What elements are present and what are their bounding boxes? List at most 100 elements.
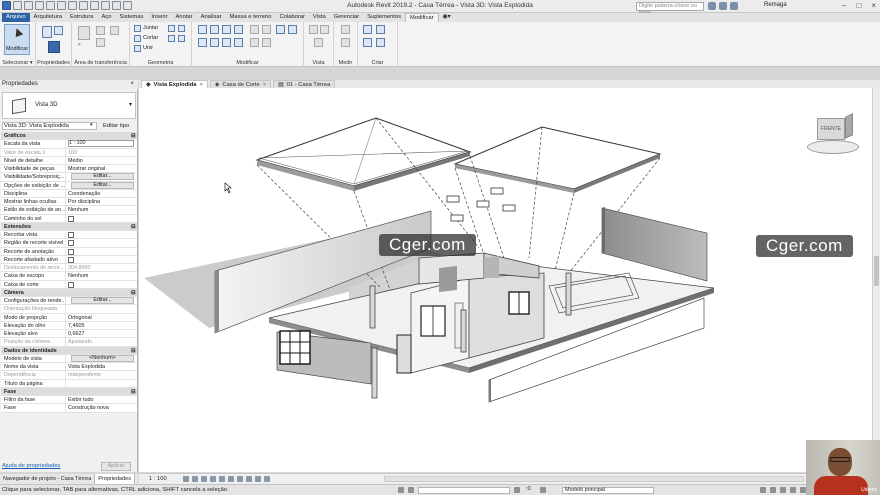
offset-icon[interactable] — [210, 25, 219, 34]
property-row[interactable]: Filtro da fase Exibir tudo — [1, 396, 137, 405]
scale-icon[interactable] — [250, 38, 259, 47]
property-row[interactable]: Nome da vista Vista Explodida — [1, 363, 137, 372]
property-row[interactable]: Região de recorte visível — [1, 239, 137, 248]
property-row[interactable]: Escala da vista 1 : 100 — [1, 140, 137, 149]
close-icon[interactable]: × — [130, 80, 134, 89]
scale-input[interactable]: 1 : 100 — [68, 140, 134, 148]
user-name[interactable]: Remaga — [764, 2, 787, 8]
property-value[interactable]: Mostrar original — [66, 165, 137, 172]
render-icon[interactable] — [219, 476, 225, 482]
wall-joins-icon[interactable] — [168, 35, 175, 42]
split-icon[interactable] — [250, 25, 259, 34]
property-row[interactable]: Valor de escala 1: 100 — [1, 148, 137, 157]
copy-element-icon[interactable] — [210, 38, 219, 47]
flat-slab[interactable] — [453, 126, 662, 193]
close-tab-icon[interactable]: × — [263, 81, 266, 88]
property-row[interactable]: Visibilidade de peças Mostrar original — [1, 165, 137, 174]
apply-button[interactable]: Aplicar — [101, 462, 131, 471]
array-icon[interactable] — [262, 25, 271, 34]
property-row[interactable]: Caminho do sol — [1, 214, 137, 223]
property-value[interactable]: Nenhum — [66, 272, 137, 279]
property-value[interactable]: Editar... — [66, 181, 137, 189]
unjoin-icon[interactable] — [134, 45, 141, 52]
crop-view-icon[interactable] — [228, 476, 234, 482]
vertical-scrollbar[interactable] — [872, 88, 880, 472]
property-value[interactable] — [66, 248, 137, 255]
tab-inserir[interactable]: Inserir — [147, 13, 171, 22]
worksharing-icon[interactable] — [398, 487, 404, 493]
unpin-icon[interactable] — [276, 25, 285, 34]
close-window-icon[interactable]: × — [871, 1, 876, 10]
lock-view-icon[interactable] — [246, 476, 252, 482]
tab-sistemas[interactable]: Sistemas — [116, 13, 148, 22]
property-section-header[interactable]: Câmera ⊟ — [1, 288, 137, 297]
property-value[interactable] — [66, 239, 137, 247]
close-hidden-icon[interactable] — [112, 1, 121, 10]
create-parts-icon[interactable] — [376, 25, 385, 34]
pin-icon[interactable] — [262, 38, 271, 47]
match-properties-icon[interactable] — [110, 26, 119, 35]
property-row[interactable]: Elevação do olho 7,4605 — [1, 321, 137, 330]
collapse-icon[interactable]: ⊟ — [129, 347, 137, 354]
property-row[interactable]: Deslocamento de recor... 304,8000 — [1, 264, 137, 273]
cut-geometry-button[interactable]: Cortar — [143, 35, 158, 41]
move-icon[interactable] — [198, 38, 207, 47]
select-by-face-icon[interactable] — [790, 487, 796, 493]
3d-view-canvas[interactable]: FRENTE Cger.com Cger.com — [139, 88, 872, 472]
detail-level-icon[interactable] — [183, 476, 189, 482]
property-row[interactable]: Opções de exibição de ... Editar... — [1, 181, 137, 190]
temporary-hide-icon[interactable] — [255, 476, 261, 482]
tab-arquivo[interactable]: Arquivo — [2, 13, 30, 22]
checkbox[interactable] — [68, 240, 74, 247]
tab-properties[interactable]: Propriedades — [95, 474, 135, 484]
cope-icon[interactable] — [134, 25, 141, 32]
property-value[interactable]: Editar... — [66, 297, 137, 304]
switch-windows-icon[interactable] — [123, 1, 132, 10]
sun-path-icon[interactable] — [201, 476, 207, 482]
property-value[interactable] — [66, 231, 137, 238]
checkbox[interactable] — [68, 232, 74, 238]
doc-tab-vista-explodida[interactable]: ◈ Vista Explodida × — [141, 80, 208, 88]
collapse-icon[interactable]: ⊟ — [129, 132, 137, 139]
property-value[interactable]: Editar... — [66, 173, 137, 181]
property-row[interactable]: Modo de projeção Ortogonal — [1, 313, 137, 322]
viewcube-right-face[interactable] — [845, 113, 853, 139]
split-face-icon[interactable] — [168, 25, 175, 32]
print-icon[interactable] — [57, 1, 66, 10]
right-wall[interactable] — [601, 207, 708, 282]
modify-button[interactable]: Modificar — [4, 24, 30, 55]
delete-icon[interactable] — [288, 25, 297, 34]
open-icon[interactable] — [13, 1, 22, 10]
family-types-icon[interactable] — [48, 41, 60, 53]
checkbox[interactable] — [68, 281, 74, 288]
property-row[interactable]: Fase Construção nova — [1, 404, 137, 413]
tab-massa-e-terreno[interactable]: Massa e terreno — [226, 13, 276, 22]
property-value[interactable]: 0,6627 — [66, 330, 137, 337]
property-row[interactable]: Posição da câmera Ajustando — [1, 338, 137, 347]
select-pinned-icon[interactable] — [780, 487, 786, 493]
doc-tab-casa-de-corte[interactable]: ◈ Casa de Corte × — [209, 80, 272, 88]
edit-button[interactable]: Editar... — [71, 181, 134, 189]
tab-vista[interactable]: Vista — [309, 13, 330, 22]
tab-modificar[interactable]: Modificar — [405, 13, 439, 22]
tab-colaborar[interactable]: Colaborar — [275, 13, 308, 22]
ribbon-options-icon[interactable]: ◉▾ — [439, 13, 455, 22]
view-scale[interactable]: 1 : 100 — [149, 476, 167, 482]
tab-anotar[interactable]: Anotar — [172, 13, 197, 22]
reveal-hidden-icon[interactable] — [264, 476, 270, 482]
type-selector[interactable]: Vista 3D ▾ — [2, 92, 136, 119]
select-links-icon[interactable] — [760, 487, 766, 493]
undo-icon[interactable] — [35, 1, 44, 10]
property-row[interactable]: Caixa de corte — [1, 280, 137, 289]
cut-geometry-icon[interactable] — [134, 35, 141, 42]
property-value[interactable]: Médio — [66, 157, 137, 164]
property-value[interactable]: Por disciplina — [66, 198, 137, 205]
property-row[interactable]: Dependência Independente — [1, 371, 137, 380]
tab-project-browser[interactable]: Navegador de projeto - Casa Térrea — [0, 474, 96, 484]
create-assembly-icon[interactable] — [363, 25, 372, 34]
property-value[interactable]: Construção nova — [66, 404, 137, 411]
workset-dropdown[interactable] — [418, 487, 510, 494]
property-row[interactable]: Visibilidade/Sobreposiç... Editar... — [1, 173, 137, 182]
collapse-icon[interactable]: ⊟ — [129, 223, 137, 230]
tab-aco[interactable]: Aço — [98, 13, 116, 22]
